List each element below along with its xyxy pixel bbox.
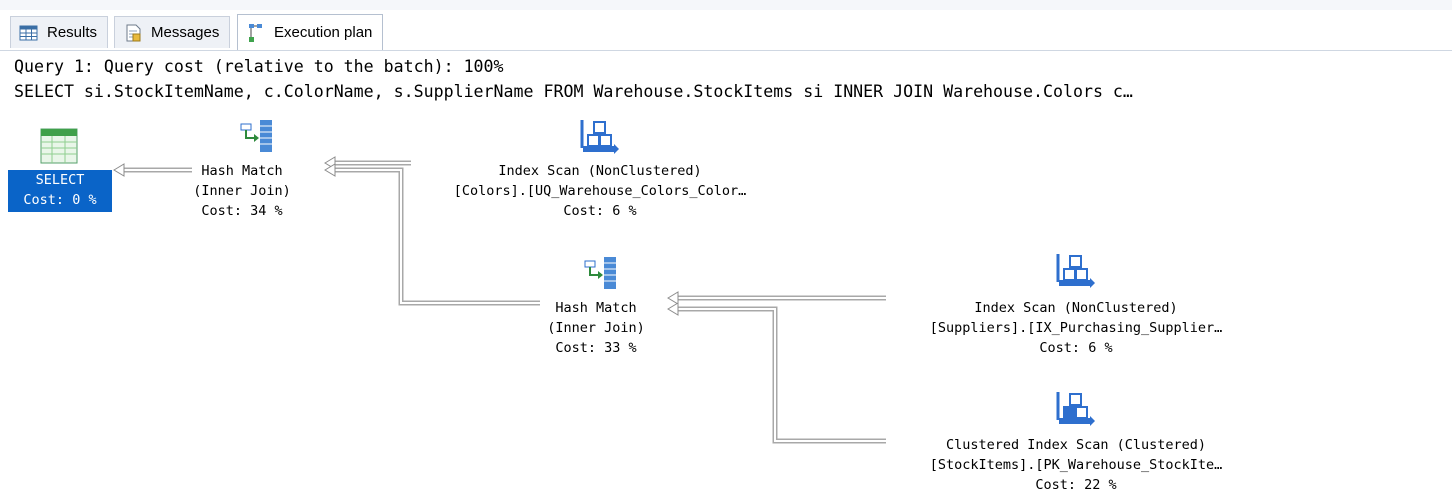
hash-match-2-cost: Cost: 33 % [555,340,637,356]
index-scan-suppliers-object: [Suppliers].[IX_Purchasing_Supplier… [929,320,1223,336]
result-table-icon[interactable] [40,128,78,168]
index-scan-colors-cost: Cost: 6 % [563,203,637,219]
clustered-scan-cost: Cost: 22 % [1035,477,1117,493]
hash-match-1-title: Hash Match [201,163,283,179]
index-scan-colors-node[interactable]: Index Scan (NonClustered) [Colors].[UQ_W… [412,161,788,221]
index-scan-suppliers-cost: Cost: 6 % [1039,340,1113,356]
index-scan-suppliers-node[interactable]: Index Scan (NonClustered) [Suppliers].[I… [888,298,1264,358]
hash-match-2-join: (Inner Join) [547,320,645,336]
arrow-hashmatch2-stockitems [676,306,886,444]
select-node[interactable]: SELECT Cost: 0 % [8,170,112,212]
hash-match-node-2[interactable]: Hash Match (Inner Join) Cost: 33 % [526,298,666,358]
hash-match-1-cost: Cost: 34 % [201,203,283,219]
arrowhead-hashmatch2-b [667,302,679,316]
select-node-title: SELECT [35,172,85,188]
hash-match-2-title: Hash Match [555,300,637,316]
select-node-cost: Cost: 0 % [23,192,97,208]
clustered-index-scan-icon[interactable] [1056,390,1096,432]
clustered-scan-title: Clustered Index Scan (Clustered) [945,437,1207,453]
index-scan-colors-object: [Colors].[UQ_Warehouse_Colors_Color… [453,183,747,199]
index-scan-suppliers-title: Index Scan (NonClustered) [974,300,1178,316]
clustered-index-scan-stockitems-node[interactable]: Clustered Index Scan (Clustered) [StockI… [868,435,1284,495]
arrowhead-hashmatch2-a [667,291,679,305]
plan-connectors [113,156,886,444]
index-scan-icon[interactable] [1056,252,1096,294]
hash-match-icon[interactable] [238,118,274,158]
hash-match-icon[interactable] [582,255,618,295]
hash-match-1-join: (Inner Join) [193,183,291,199]
index-scan-colors-title: Index Scan (NonClustered) [498,163,702,179]
index-scan-icon[interactable] [580,118,620,160]
clustered-scan-object: [StockItems].[PK_Warehouse_StockIte… [929,457,1223,473]
hash-match-node-1[interactable]: Hash Match (Inner Join) Cost: 34 % [172,161,312,221]
arrowhead-select [113,163,125,177]
